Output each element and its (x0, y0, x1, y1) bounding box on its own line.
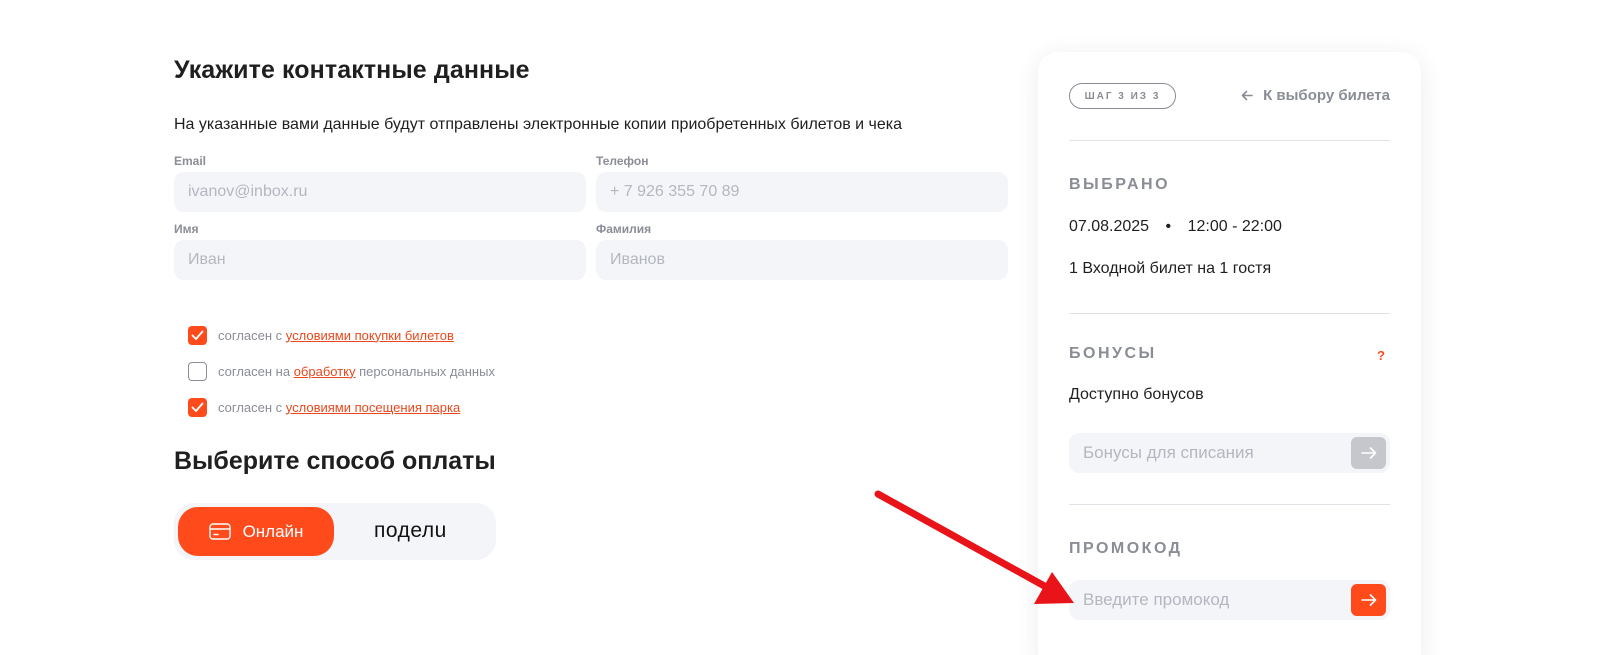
payment-online-label: Онлайн (242, 521, 304, 541)
order-summary-card: ШАГ 3 ИЗ 3 К выбору билета ВЫБРАНО 07.08… (1038, 52, 1421, 655)
consent-text: согласен на обработку персональных данны… (218, 364, 495, 379)
checkmark-icon (191, 330, 204, 340)
email-field[interactable] (174, 172, 586, 212)
selected-datetime: 07.08.2025 • 12:00 - 22:00 (1069, 218, 1282, 236)
selected-ticket: 1 Входной билет на 1 гостя (1069, 260, 1272, 277)
last-name-field-group: Фамилия (596, 222, 1008, 280)
divider (1069, 313, 1390, 314)
promo-section-title: ПРОМОКОД (1069, 540, 1183, 557)
email-field-group: Email (174, 154, 586, 212)
promo-code-input[interactable] (1069, 580, 1339, 620)
bonus-section-title: БОНУСЫ (1069, 345, 1157, 362)
podeli-logo: поделu (374, 519, 447, 542)
card-icon (208, 523, 231, 540)
bonus-apply-button[interactable] (1351, 437, 1386, 469)
park-rules-link[interactable]: условиями посещения парка (286, 400, 460, 415)
consent-checkbox-purchase[interactable] (188, 325, 207, 345)
data-processing-link[interactable]: обработку (294, 364, 356, 379)
back-to-tickets-link[interactable]: К выбору билета (1241, 87, 1390, 104)
checkmark-icon (191, 402, 204, 412)
divider (1069, 140, 1390, 141)
contact-form-title: Укажите контактные данные (174, 56, 530, 84)
consent-text: согласен с условиями посещения парка (218, 400, 460, 415)
back-link-label: К выбору билета (1263, 87, 1390, 104)
payment-title: Выберите способ оплаты (174, 447, 496, 475)
bonus-available-label: Доступно бонусов (1069, 386, 1204, 403)
phone-field[interactable] (596, 172, 1008, 212)
arrow-right-icon (1360, 447, 1376, 459)
consent-prefix: согласен с (218, 399, 286, 415)
consent-checkbox-personal-data[interactable] (188, 361, 207, 381)
bonus-help-icon[interactable]: ? (1377, 348, 1385, 363)
contact-form-subtitle: На указанные вами данные будут отправлен… (174, 116, 903, 133)
first-name-field[interactable] (174, 240, 586, 280)
bonus-input-group (1069, 433, 1390, 473)
consent-checkbox-park-rules[interactable] (188, 397, 207, 417)
first-name-label: Имя (174, 222, 199, 236)
arrow-left-icon (1241, 90, 1253, 101)
bonus-input[interactable] (1069, 433, 1339, 473)
selected-date: 07.08.2025 (1069, 218, 1150, 235)
promo-input-group (1069, 580, 1390, 620)
step-badge: ШАГ 3 ИЗ 3 (1069, 83, 1176, 109)
consent-personal-data: согласен на обработку персональных данны… (188, 353, 495, 389)
arrow-right-icon (1360, 594, 1376, 606)
consent-purchase-terms: согласен с условиями покупки билетов (188, 317, 495, 353)
promo-apply-button[interactable] (1351, 584, 1386, 616)
checkout-page: Укажите контактные данные На указанные в… (0, 0, 1602, 655)
consent-suffix: персональных данных (355, 363, 495, 379)
consent-park-rules: согласен с условиями посещения парка (188, 389, 495, 425)
last-name-label: Фамилия (596, 222, 652, 236)
payment-online-button[interactable]: Онлайн (178, 507, 334, 556)
selected-time: 12:00 - 22:00 (1187, 218, 1282, 235)
consent-prefix: согласен с (218, 327, 286, 343)
selected-section-title: ВЫБРАНО (1069, 176, 1171, 193)
consent-text: согласен с условиями покупки билетов (218, 328, 454, 343)
consent-prefix: согласен на (218, 363, 294, 379)
email-label: Email (174, 154, 207, 168)
phone-field-group: Телефон (596, 154, 1008, 212)
payment-method-switch: Онлайн поделu (174, 503, 496, 560)
payment-podeli-button[interactable]: поделu (374, 519, 447, 543)
purchase-terms-link[interactable]: условиями покупки билетов (286, 328, 454, 343)
phone-label: Телефон (596, 154, 649, 168)
last-name-field[interactable] (596, 240, 1008, 280)
date-separator: • (1165, 218, 1172, 235)
divider (1069, 504, 1390, 505)
consent-list: согласен с условиями покупки билетов сог… (188, 317, 495, 425)
first-name-field-group: Имя (174, 222, 586, 280)
